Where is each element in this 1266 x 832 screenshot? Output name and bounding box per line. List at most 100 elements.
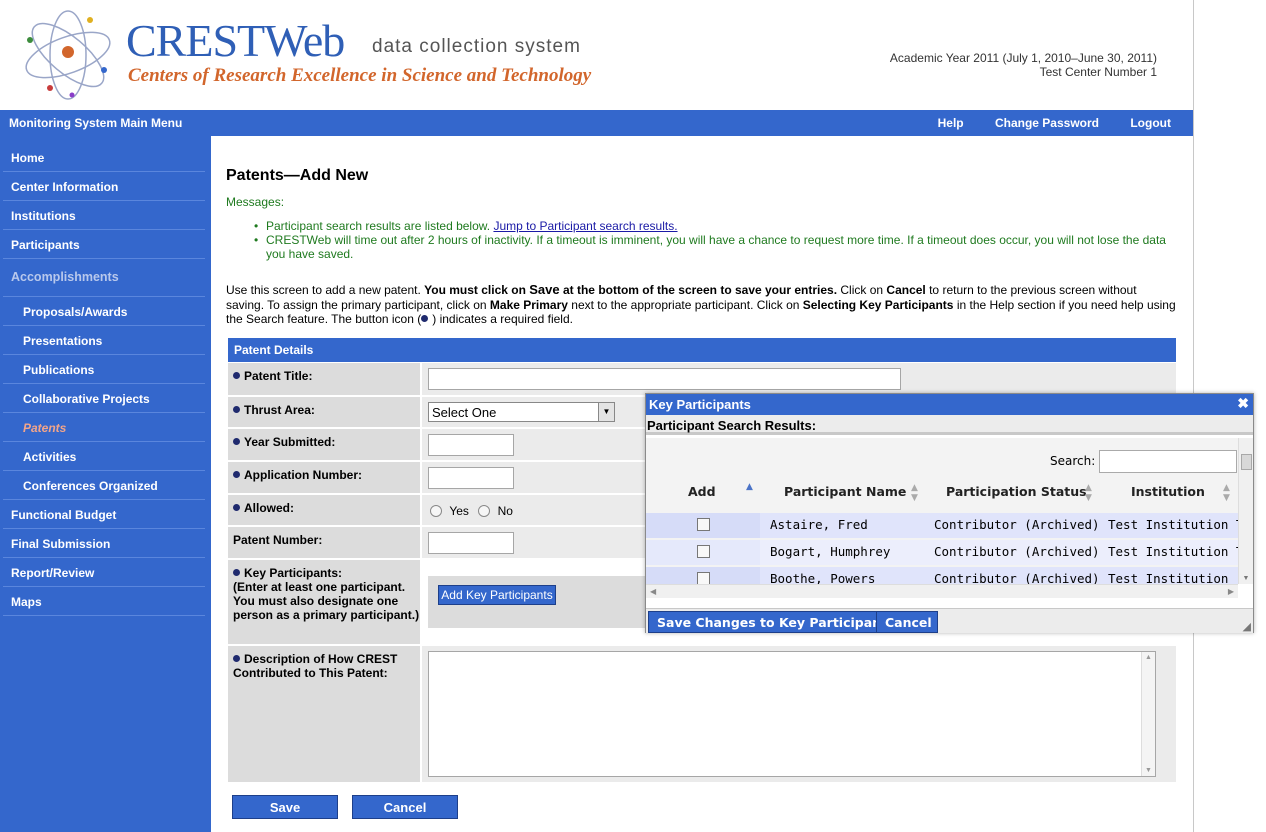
column-header-add[interactable]: Add: [688, 484, 716, 499]
sidebar-item-final-submission[interactable]: Final Submission: [3, 529, 205, 558]
sidebar-item-presentations[interactable]: Presentations: [3, 326, 205, 355]
sidebar-item-collaborative-projects[interactable]: Collaborative Projects: [3, 384, 205, 413]
sort-icon[interactable]: ▲ ▼: [1085, 483, 1092, 503]
scroll-left-icon[interactable]: ◀: [650, 587, 656, 596]
description-textarea[interactable]: ▲ ▼: [428, 651, 1156, 777]
main-menu-link[interactable]: Monitoring System Main Menu: [9, 116, 182, 130]
patent-number-label: Patent Number:: [228, 527, 420, 558]
sort-asc-icon[interactable]: ▲: [746, 482, 753, 492]
close-icon[interactable]: ✖: [1237, 395, 1249, 412]
allowed-no-radio[interactable]: [478, 505, 491, 517]
academic-year-info: Academic Year 2011 (July 1, 2010–June 30…: [890, 51, 1157, 79]
sidebar-item-patents[interactable]: Patents: [3, 413, 205, 442]
dialog-cancel-button[interactable]: Cancel: [876, 611, 938, 633]
sidebar-item-center-information[interactable]: Center Information: [3, 172, 205, 201]
logout-link[interactable]: Logout: [1130, 116, 1171, 130]
required-bullet-icon: [233, 655, 240, 662]
add-participant-checkbox[interactable]: [697, 545, 710, 558]
label-text: Application Number:: [244, 468, 363, 482]
required-bullet-icon: [233, 569, 240, 576]
message-search-text: Participant search results are listed be…: [266, 219, 494, 233]
participant-results-label: Participant Search Results:: [646, 415, 1253, 435]
column-header-participation-status[interactable]: Participation Status: [946, 484, 1087, 499]
results-horizontal-scrollbar[interactable]: ◀ ▶: [646, 584, 1238, 598]
add-participant-checkbox[interactable]: [697, 518, 710, 531]
save-button[interactable]: Save: [232, 795, 338, 819]
participation-status: Contributor (Archived): [934, 571, 1100, 584]
required-bullet-icon: [233, 406, 240, 413]
institution: Test Institution Ten: [1108, 544, 1238, 559]
description-scrollbar[interactable]: ▲ ▼: [1141, 652, 1155, 776]
required-bullet-icon: [233, 471, 240, 478]
scroll-down-icon[interactable]: ▼: [1239, 575, 1253, 582]
sidebar-item-proposals-awards[interactable]: Proposals/Awards: [3, 297, 205, 326]
sidebar-item-participants[interactable]: Participants: [3, 230, 205, 259]
add-cell: [646, 513, 760, 538]
sidebar-item-report-review[interactable]: Report/Review: [3, 558, 205, 587]
patent-title-input[interactable]: [428, 368, 901, 390]
description-label: Description of How CREST Contributed to …: [228, 646, 420, 782]
institution: Test Institution Ten: [1108, 517, 1238, 532]
instr-text: Click on: [837, 283, 887, 297]
scroll-right-icon[interactable]: ▶: [1228, 587, 1234, 596]
sidebar-item-conferences-organized[interactable]: Conferences Organized: [3, 471, 205, 500]
sidebar-item-maps[interactable]: Maps: [3, 587, 205, 616]
sidebar-item-institutions[interactable]: Institutions: [3, 201, 205, 230]
sidebar-item-activities[interactable]: Activities: [3, 442, 205, 471]
change-password-link[interactable]: Change Password: [995, 116, 1099, 130]
jump-to-results-link[interactable]: Jump to Participant search results.: [493, 219, 677, 233]
cancel-button[interactable]: Cancel: [352, 795, 458, 819]
instr-text: ) indicates a required field.: [432, 312, 573, 326]
thrust-area-select[interactable]: Select One ▼: [428, 402, 615, 422]
application-number-input[interactable]: [428, 467, 514, 489]
sort-icon[interactable]: ▲ ▼: [1223, 483, 1230, 503]
instr-text: next to the appropriate participant. Cli…: [567, 297, 803, 312]
add-key-participants-button[interactable]: Add Key Participants: [438, 585, 556, 605]
resize-handle-icon[interactable]: ◢: [1243, 620, 1251, 633]
participant-name: Boothe, Powers: [770, 571, 876, 584]
top-nav-bar: Monitoring System Main Menu Help Change …: [0, 110, 1193, 136]
dialog-titlebar[interactable]: Key Participants ✖: [646, 394, 1253, 415]
instr-bold: Save: [529, 282, 560, 297]
sort-icon[interactable]: ▲ ▼: [911, 483, 918, 503]
thrust-area-label: Thrust Area:: [228, 397, 420, 427]
participation-status: Contributor (Archived): [934, 517, 1100, 532]
sidebar-item-home[interactable]: Home: [3, 143, 205, 172]
table-row: Astaire, Fred Contributor (Archived) Tes…: [646, 513, 1238, 538]
label-text: Allowed:: [244, 501, 294, 515]
application-number-label: Application Number:: [228, 462, 420, 493]
logo-subtitle: Centers of Research Excellence in Scienc…: [128, 65, 592, 86]
save-key-participants-button[interactable]: Save Changes to Key Participants: [648, 611, 904, 633]
key-participants-label: Key Participants: (Enter at least one par…: [228, 560, 420, 644]
institution: Test Institution: [1108, 571, 1229, 584]
results-vertical-scrollbar[interactable]: ▼: [1238, 438, 1253, 584]
participant-results-grid: Search: Add ▲ Participant Name ▲ ▼ Partic…: [646, 438, 1238, 584]
column-header-institution[interactable]: Institution: [1131, 484, 1205, 499]
logo-title: CRESTWeb: [126, 15, 345, 66]
dropdown-arrow-icon[interactable]: ▼: [598, 403, 614, 421]
add-cell: [646, 567, 760, 584]
search-label: Search:: [1050, 454, 1096, 468]
year-submitted-input[interactable]: [428, 434, 514, 456]
add-participant-checkbox[interactable]: [697, 572, 710, 584]
sidebar-item-publications[interactable]: Publications: [3, 355, 205, 384]
scroll-down-icon[interactable]: ▼: [1142, 767, 1155, 774]
scroll-up-icon[interactable]: ▲: [1142, 652, 1155, 661]
participation-status: Contributor (Archived): [934, 544, 1100, 559]
participant-name: Bogart, Humphrey: [770, 544, 891, 559]
sidebar: Home Center Information Institutions Par…: [0, 136, 211, 832]
help-link[interactable]: Help: [938, 116, 964, 130]
message-item: Participant search results are listed be…: [254, 219, 1184, 233]
allowed-yes-radio[interactable]: [430, 505, 442, 517]
scrollbar-thumb[interactable]: [1241, 454, 1252, 470]
participant-name: Astaire, Fred: [770, 517, 868, 532]
column-header-participant-name[interactable]: Participant Name: [784, 484, 906, 499]
sidebar-item-functional-budget[interactable]: Functional Budget: [3, 500, 205, 529]
label-text: Patent Title:: [244, 369, 313, 383]
instr-text: Use this screen to add a new patent.: [226, 283, 425, 297]
participant-search-input[interactable]: [1099, 450, 1237, 473]
key-participants-dialog: Key Participants ✖ Participant Search Re…: [645, 393, 1254, 633]
allowed-radio-group: Yes No: [430, 504, 513, 518]
allowed-yes-label: Yes: [449, 504, 469, 518]
patent-number-input[interactable]: [428, 532, 514, 554]
